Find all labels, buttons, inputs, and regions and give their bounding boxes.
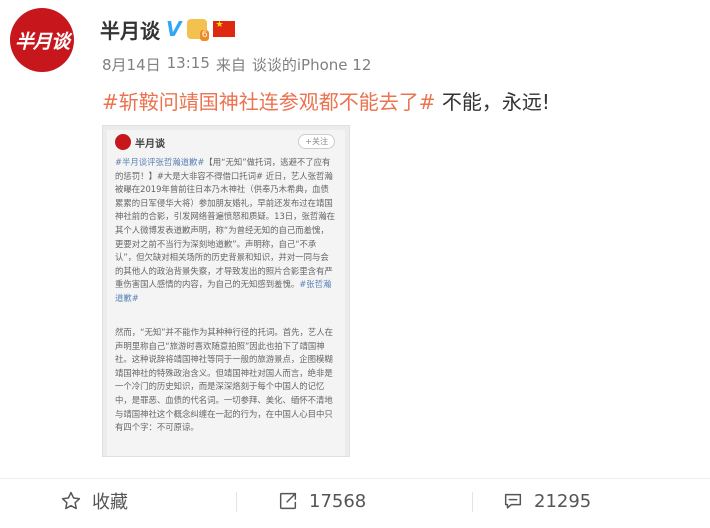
post-body: 不能，永远!	[435, 90, 550, 114]
flag-icon	[213, 20, 236, 37]
avatar-text: 半月谈	[14, 30, 70, 53]
embedded-image[interactable]: 半月谈 +关注 #半月谈评张哲瀚道歉#【用“无知”做托词，逃避不了应有的惩罚！】…	[102, 125, 350, 457]
avatar[interactable]: 半月谈	[10, 8, 74, 72]
separator	[236, 492, 237, 512]
embedded-tag: #半月谈评张哲瀚道歉#	[115, 157, 205, 167]
divider	[0, 478, 710, 479]
share-icon	[279, 492, 297, 510]
comment-count: 21295	[534, 490, 592, 512]
embedded-paragraph-2: 然而，“无知”并不能作为其种种行径的托词。首先，艺人在声明里称自己“旅游时喜欢随…	[115, 327, 334, 433]
source-prefix: 来自	[215, 56, 246, 74]
favorite-label: 收藏	[92, 492, 128, 513]
favorite-button[interactable]: 收藏	[60, 486, 128, 516]
account-header: 半月谈 V	[100, 14, 236, 44]
embedded-follow-button: +关注	[298, 134, 335, 149]
hashtag-link[interactable]: #斩鞍问靖国神社连参观都不能去了#	[102, 90, 436, 114]
post-meta: 8月14日 13:15 来自 谈谈的iPhone 12	[102, 54, 371, 75]
badge-icon[interactable]	[187, 19, 210, 41]
repost-count: 17568	[309, 490, 367, 512]
post-date[interactable]: 8月14日	[102, 54, 161, 75]
verified-icon: V	[166, 17, 182, 41]
post-time[interactable]: 13:15	[167, 54, 210, 75]
repost-button[interactable]: 17568	[277, 486, 366, 516]
comment-button[interactable]: 21295	[502, 486, 591, 516]
embedded-card: 半月谈 +关注 #半月谈评张哲瀚道歉#【用“无知”做托词，逃避不了应有的惩罚！】…	[107, 130, 345, 456]
embedded-avatar	[115, 134, 131, 150]
account-name[interactable]: 半月谈	[100, 15, 160, 44]
embedded-name: 半月谈	[135, 139, 165, 150]
embedded-text-1: 【用“无知”做托词，逃避不了应有的惩罚！】#大是大非容不得借口托词# 近日，艺人…	[115, 157, 336, 290]
star-icon	[61, 491, 81, 510]
separator	[472, 492, 473, 512]
embedded-paragraph-1: #半月谈评张哲瀚道歉#【用“无知”做托词，逃避不了应有的惩罚！】#大是大非容不得…	[115, 156, 337, 306]
comment-icon	[504, 493, 522, 509]
post-source[interactable]: 谈谈的iPhone 12	[252, 54, 372, 75]
post-text: #斩鞍问靖国神社连参观都不能去了# 不能，永远!	[102, 88, 550, 116]
